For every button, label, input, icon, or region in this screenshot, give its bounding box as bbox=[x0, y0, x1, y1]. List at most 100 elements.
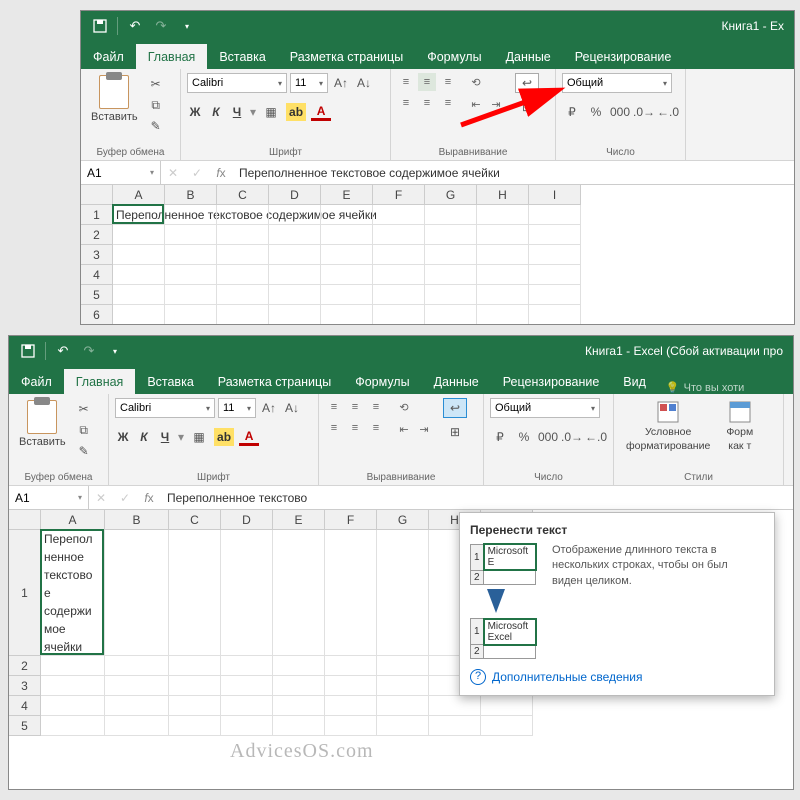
borders-icon[interactable]: ▦ bbox=[261, 103, 281, 121]
cell[interactable] bbox=[221, 656, 273, 676]
cell[interactable] bbox=[169, 676, 221, 696]
percent-icon[interactable]: % bbox=[514, 428, 534, 446]
cell[interactable] bbox=[377, 716, 429, 736]
tab-view[interactable]: Вид bbox=[611, 369, 658, 394]
cell[interactable] bbox=[477, 205, 529, 225]
cell[interactable] bbox=[269, 245, 321, 265]
cell[interactable] bbox=[165, 205, 217, 225]
conditional-formatting-button[interactable]: Условное форматирование bbox=[620, 398, 716, 454]
number-format-combo[interactable]: Общий▾ bbox=[490, 398, 600, 418]
font-name-combo[interactable]: Calibri▾ bbox=[187, 73, 287, 93]
cell[interactable] bbox=[377, 656, 429, 676]
cell[interactable] bbox=[321, 245, 373, 265]
shrink-font-icon[interactable]: A↓ bbox=[354, 74, 374, 92]
increase-decimal-icon[interactable]: .0→ bbox=[634, 103, 654, 121]
cell[interactable] bbox=[477, 285, 529, 305]
cell[interactable] bbox=[169, 716, 221, 736]
redo-icon[interactable]: ↷ bbox=[78, 340, 100, 362]
save-icon[interactable] bbox=[89, 15, 111, 37]
format-painter-icon[interactable]: ✎ bbox=[146, 117, 166, 135]
cell[interactable] bbox=[269, 305, 321, 325]
cell[interactable] bbox=[477, 245, 529, 265]
tab-layout[interactable]: Разметка страницы bbox=[278, 44, 415, 69]
align-top-icon[interactable]: ≡ bbox=[325, 398, 343, 416]
cell[interactable] bbox=[221, 716, 273, 736]
tab-file[interactable]: Файл bbox=[81, 44, 136, 69]
comma-icon[interactable]: 000 bbox=[538, 428, 558, 446]
tooltip-more-link[interactable]: ? Дополнительные сведения bbox=[470, 669, 764, 685]
cell[interactable] bbox=[529, 265, 581, 285]
cell[interactable] bbox=[273, 696, 325, 716]
cell[interactable] bbox=[169, 656, 221, 676]
decrease-decimal-icon[interactable]: ←.0 bbox=[586, 428, 606, 446]
decrease-indent-icon[interactable]: ⇤ bbox=[395, 420, 413, 438]
cell[interactable] bbox=[373, 285, 425, 305]
cell-grid[interactable]: ABCDEFGHI1Переполненное текстовое содерж… bbox=[81, 185, 794, 325]
fill-color-icon[interactable]: ab bbox=[214, 428, 234, 446]
cancel-edit-icon[interactable]: ✕ bbox=[89, 491, 113, 505]
col-header[interactable]: B bbox=[165, 185, 217, 205]
cell[interactable] bbox=[429, 696, 481, 716]
row-header[interactable]: 2 bbox=[9, 656, 41, 676]
merge-cells-button[interactable]: ⊞ bbox=[443, 422, 467, 442]
italic-button[interactable]: К bbox=[208, 105, 224, 119]
cell[interactable] bbox=[429, 716, 481, 736]
cell[interactable] bbox=[113, 245, 165, 265]
cell[interactable] bbox=[321, 225, 373, 245]
col-header[interactable]: A bbox=[113, 185, 165, 205]
cell[interactable] bbox=[529, 225, 581, 245]
cell[interactable] bbox=[425, 225, 477, 245]
cell[interactable] bbox=[273, 716, 325, 736]
cell[interactable] bbox=[169, 696, 221, 716]
cell[interactable] bbox=[425, 265, 477, 285]
tab-home[interactable]: Главная bbox=[136, 44, 208, 69]
paste-button[interactable]: Вставить bbox=[15, 398, 70, 450]
col-header[interactable]: I bbox=[529, 185, 581, 205]
tab-data[interactable]: Данные bbox=[422, 369, 491, 394]
qat-dropdown-icon[interactable]: ▾ bbox=[104, 340, 126, 362]
confirm-edit-icon[interactable]: ✓ bbox=[185, 166, 209, 180]
paste-button[interactable]: Вставить bbox=[87, 73, 142, 125]
cell[interactable] bbox=[41, 656, 105, 676]
bold-button[interactable]: Ж bbox=[187, 105, 203, 119]
font-name-combo[interactable]: Calibri▾ bbox=[115, 398, 215, 418]
col-header[interactable]: G bbox=[425, 185, 477, 205]
row-header[interactable]: 5 bbox=[81, 285, 113, 305]
col-header[interactable]: D bbox=[221, 510, 273, 530]
cell[interactable] bbox=[165, 305, 217, 325]
cell[interactable] bbox=[113, 265, 165, 285]
row-header[interactable]: 1 bbox=[81, 205, 113, 225]
cell[interactable] bbox=[269, 265, 321, 285]
row-header[interactable]: 3 bbox=[9, 676, 41, 696]
col-header[interactable]: E bbox=[273, 510, 325, 530]
cell[interactable] bbox=[325, 696, 377, 716]
cell[interactable] bbox=[221, 676, 273, 696]
cell[interactable] bbox=[373, 205, 425, 225]
underline-button[interactable]: Ч bbox=[157, 430, 173, 444]
cell[interactable] bbox=[169, 530, 221, 656]
cell[interactable] bbox=[105, 716, 169, 736]
align-center-icon[interactable]: ≡ bbox=[346, 419, 364, 437]
cell[interactable] bbox=[321, 285, 373, 305]
cell[interactable] bbox=[105, 676, 169, 696]
name-box[interactable]: A1▾ bbox=[81, 161, 161, 184]
cancel-edit-icon[interactable]: ✕ bbox=[161, 166, 185, 180]
cell[interactable] bbox=[373, 245, 425, 265]
cell[interactable] bbox=[273, 530, 325, 656]
tab-file[interactable]: Файл bbox=[9, 369, 64, 394]
cell[interactable] bbox=[529, 305, 581, 325]
cell[interactable] bbox=[321, 205, 373, 225]
align-right-icon[interactable]: ≡ bbox=[367, 419, 385, 437]
cell[interactable] bbox=[41, 716, 105, 736]
cell[interactable] bbox=[477, 225, 529, 245]
cell[interactable]: Переполненное текстовое содержимое ячейк… bbox=[113, 205, 165, 225]
row-header[interactable]: 2 bbox=[81, 225, 113, 245]
copy-icon[interactable]: ⧉ bbox=[74, 421, 94, 439]
cell[interactable] bbox=[41, 676, 105, 696]
cell[interactable] bbox=[529, 285, 581, 305]
font-color-icon[interactable]: A bbox=[239, 428, 259, 446]
align-left-icon[interactable]: ≡ bbox=[397, 94, 415, 112]
cell[interactable] bbox=[217, 205, 269, 225]
cell[interactable] bbox=[221, 696, 273, 716]
col-header[interactable]: A bbox=[41, 510, 105, 530]
